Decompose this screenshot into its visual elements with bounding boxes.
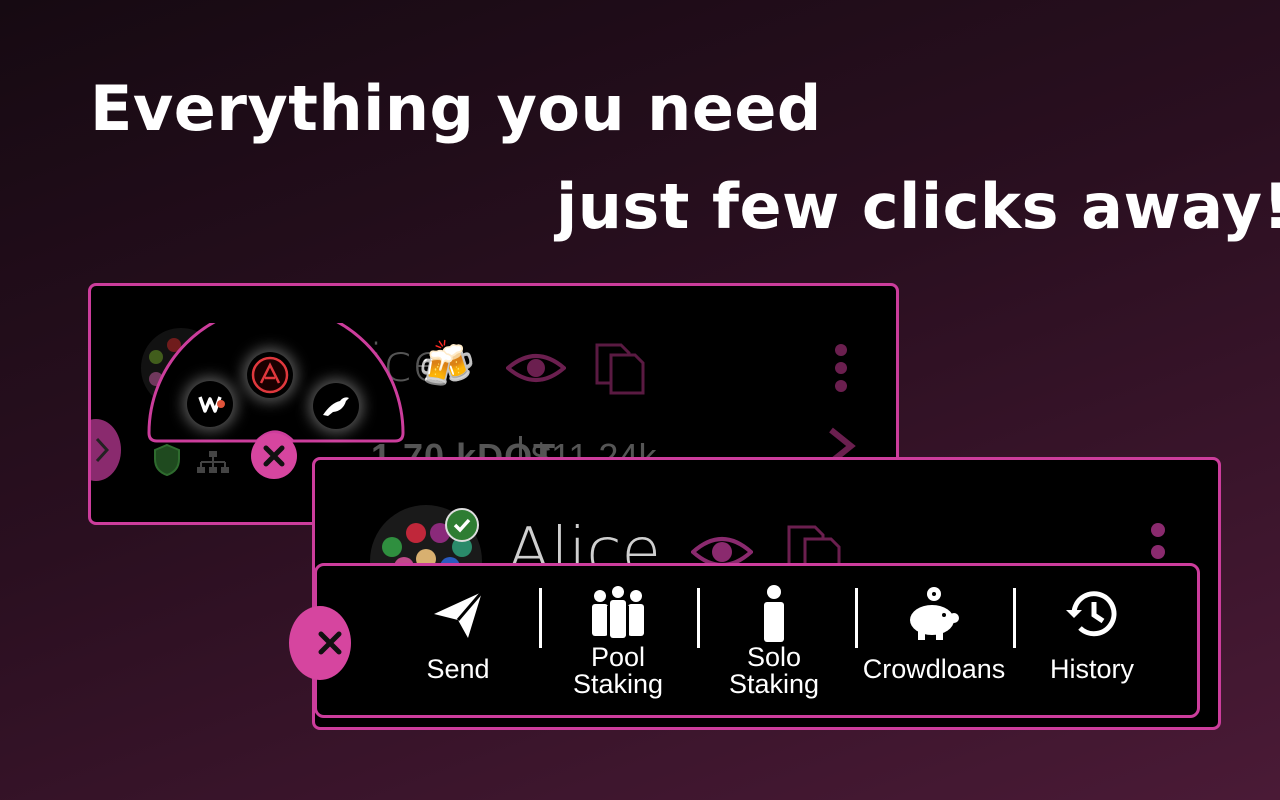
pool-staking-label-line2: Staking: [572, 669, 664, 699]
crowdloans-label: Crowdloans: [862, 654, 1006, 684]
close-icon: [318, 631, 342, 655]
close-icon: [263, 445, 285, 467]
more-options-icon[interactable]: [1150, 522, 1166, 562]
history-label: History: [1049, 654, 1134, 684]
chevron-right-icon: [95, 437, 109, 463]
history-icon: [1066, 591, 1117, 637]
headline-line-2: just few clicks away!: [556, 170, 1280, 243]
send-action[interactable]: Send: [383, 584, 533, 683]
solo-staking-label-line1: Solo: [746, 642, 802, 672]
eye-icon[interactable]: [506, 348, 566, 388]
expand-tab[interactable]: [91, 419, 121, 481]
headline-line-1: Everything you need: [90, 72, 822, 145]
solo-staking-action[interactable]: Solo Staking: [699, 584, 849, 698]
westend-icon[interactable]: [187, 381, 233, 427]
send-label: Send: [426, 654, 490, 684]
kusama-icon[interactable]: [313, 383, 359, 429]
divider: [1013, 588, 1016, 648]
history-action[interactable]: History: [1017, 584, 1167, 683]
person-icon: [764, 585, 784, 642]
pool-staking-action[interactable]: Pool Staking: [543, 584, 693, 698]
acala-icon[interactable]: [247, 352, 293, 398]
more-options-icon[interactable]: [833, 342, 849, 402]
pool-staking-label-line1: Pool: [590, 642, 646, 672]
close-actions-button[interactable]: [289, 606, 351, 680]
piggy-bank-icon: [910, 587, 959, 640]
account-actions-bar: Send Pool Staking Solo Staking Crowdloan…: [289, 563, 1200, 718]
send-icon: [434, 591, 484, 638]
divider: [539, 588, 542, 648]
beer-icon: 🍻: [418, 338, 476, 390]
crowdloans-action[interactable]: Crowdloans: [859, 584, 1009, 683]
copy-icon[interactable]: [593, 341, 647, 397]
close-chain-selector-button[interactable]: [251, 433, 297, 479]
solo-staking-label-line2: Staking: [728, 669, 820, 699]
selected-check-icon: [445, 508, 479, 542]
group-icon: [592, 586, 644, 638]
divider: [855, 588, 858, 648]
